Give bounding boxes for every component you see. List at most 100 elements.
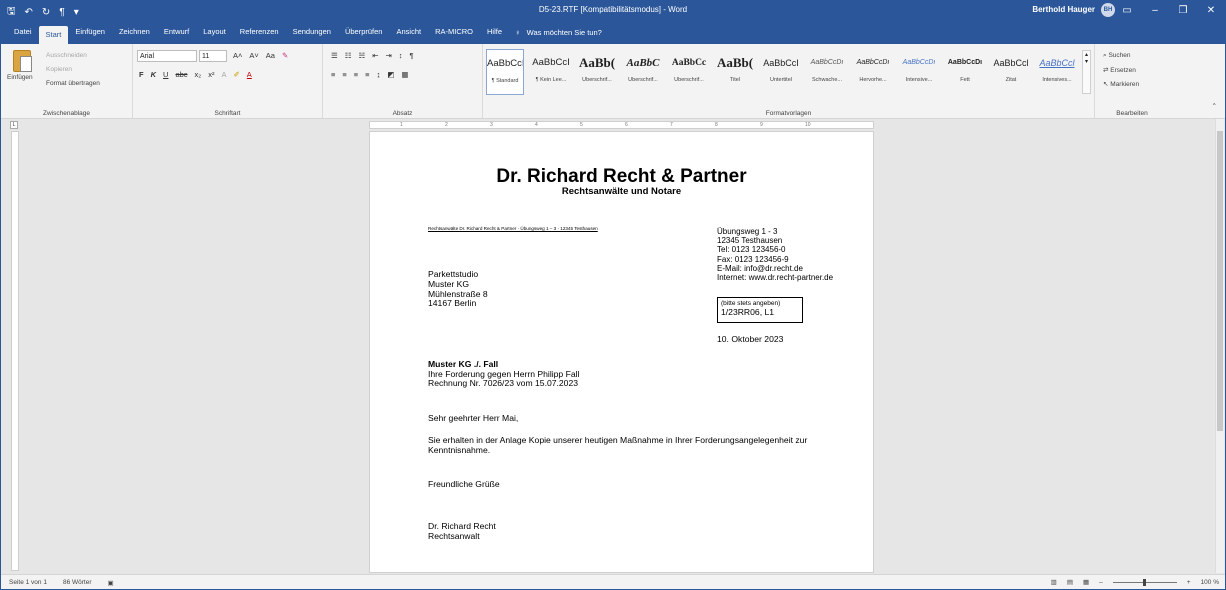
style-intensives-zitat[interactable]: AaBbCcl Intensives... [1038,49,1076,95]
tab-start[interactable]: Start [38,26,69,44]
vertical-ruler[interactable] [11,131,19,571]
ruler-tick: 7 [670,122,673,128]
clear-format-icon[interactable]: ✎ [282,51,288,60]
tab-entwurf[interactable]: Entwurf [157,23,196,41]
subscript-button[interactable]: x₂ [195,70,202,79]
strikethrough-button[interactable]: abc [175,70,187,79]
style-ueberschrift-2[interactable]: AaBbC Überschrif... [624,49,662,95]
minimize-icon[interactable]: – [1141,1,1169,20]
italic-button[interactable]: K [151,70,156,79]
style-titel[interactable]: AaBb( Titel [716,49,754,95]
user-name[interactable]: Berthold Hauger [1032,5,1095,14]
scrollbar-thumb[interactable] [1217,131,1223,431]
style-caption: Schwache... [812,77,842,83]
style-hervorhebung[interactable]: AaBbCcDı Hervorhe... [854,49,892,95]
ribbon-display-icon[interactable]: ▭ [1113,1,1141,20]
style-caption: Intensive... [905,77,933,83]
ruler-tick: 9 [760,122,763,128]
tab-einfuegen[interactable]: Einfügen [68,23,112,41]
read-mode-icon[interactable]: ▥ [1051,578,1057,586]
align-center-icon[interactable]: ≡ [342,70,346,79]
tab-referenzen[interactable]: Referenzen [233,23,286,41]
web-layout-icon[interactable]: ▦ [1083,578,1089,586]
decrease-indent-icon[interactable]: ⇤ [372,51,378,60]
cut-button[interactable]: Ausschneiden [46,52,87,59]
tab-datei[interactable]: Datei [7,23,39,41]
find-button[interactable]: ⌕ Suchen [1103,52,1131,60]
restore-icon[interactable]: ❐ [1169,1,1197,20]
change-case-icon[interactable]: Aa [266,51,275,60]
multilevel-list-icon[interactable]: ☵ [358,51,365,60]
show-formatting-icon[interactable]: ¶ [410,51,414,60]
superscript-button[interactable]: x² [208,70,214,79]
page-count[interactable]: Seite 1 von 1 [9,579,47,587]
tab-ueberpruefen[interactable]: Überprüfen [338,23,390,41]
contact-line: Übungsweg 1 - 3 [717,227,778,236]
style-schwache-hervorhebung[interactable]: AaBbCcDı Schwache... [808,49,846,95]
align-right-icon[interactable]: ≡ [354,70,358,79]
tab-ansicht[interactable]: Ansicht [389,23,428,41]
zoom-in-icon[interactable]: + [1187,579,1191,586]
numbering-icon[interactable]: ☷ [345,51,352,60]
document-page[interactable]: Dr. Richard Recht & Partner Rechtsanwält… [369,131,874,573]
highlight-icon[interactable]: ✐ [233,70,239,79]
proofing-icon[interactable]: ▣ [108,579,114,587]
align-left-icon[interactable]: ≡ [331,70,335,79]
vertical-scrollbar[interactable] [1215,119,1224,573]
zoom-out-icon[interactable]: – [1099,579,1103,586]
tab-selector-icon[interactable]: L [10,121,18,129]
print-layout-icon[interactable]: ▤ [1067,578,1073,586]
zoom-slider-knob[interactable] [1142,578,1146,586]
reference-number: 1/23RR06, L1 [721,307,775,317]
font-color-icon[interactable]: A [247,70,252,79]
paste-icon[interactable] [13,50,32,72]
shrink-font-icon[interactable]: A˅ [249,51,258,60]
zoom-slider[interactable] [1112,578,1177,586]
horizontal-ruler[interactable]: L 1 2 3 4 5 6 7 8 9 10 [1,119,1225,131]
tab-sendungen[interactable]: Sendungen [286,23,338,41]
style-zitat[interactable]: AaBbCcl Zitat [992,49,1030,95]
style-fett[interactable]: AaBbCcDı Fett [946,49,984,95]
format-painter-button[interactable]: Format übertragen [46,80,100,87]
borders-icon[interactable]: ▦ [401,70,408,79]
replace-button[interactable]: ⇄ Ersetzen [1103,66,1136,74]
style-standard[interactable]: AaBbCcI ¶ Standard [486,49,524,95]
select-button[interactable]: ↖ Markieren [1103,80,1139,88]
bullets-icon[interactable]: ☰ [331,51,338,60]
ruler-scale[interactable]: 1 2 3 4 5 6 7 8 9 10 [369,121,874,129]
justify-icon[interactable]: ≡ [365,70,369,79]
word-count[interactable]: 86 Wörter [63,579,92,587]
shading-icon[interactable]: ◩ [387,70,394,79]
style-intensive-hervorhebung[interactable]: AaBbCcDı Intensive... [900,49,938,95]
font-size-combo[interactable]: 11 [199,50,227,62]
underline-button[interactable]: U [163,70,168,79]
text-effects-icon[interactable]: A [221,70,226,79]
collapse-ribbon-icon[interactable]: ⌃ [1212,102,1217,110]
sort-icon[interactable]: ↕ [399,51,403,60]
ruler-tick: 6 [625,122,628,128]
line-spacing-icon[interactable]: ↨ [377,70,381,79]
font-size-buttons: A˄ A˅ Aa ✎ [233,51,288,60]
status-bar: Seite 1 von 1 86 Wörter ▣ ▥ ▤ ▦ – + 100 … [1,574,1225,589]
style-ueberschrift-1[interactable]: AaBb( Überschrif... [578,49,616,95]
copy-button[interactable]: Kopieren [46,66,72,73]
bold-button[interactable]: F [139,70,144,79]
tab-zeichnen[interactable]: Zeichnen [112,23,157,41]
font-name-combo[interactable]: Arial [137,50,197,62]
tab-hilfe[interactable]: Hilfe [480,23,509,41]
increase-indent-icon[interactable]: ⇥ [386,51,392,60]
tell-me-input[interactable]: Was möchten Sie tun? [521,28,602,37]
zoom-level[interactable]: 100 % [1201,579,1219,586]
tab-ra-micro[interactable]: RA-MICRO [428,23,480,41]
style-ueberschrift-3[interactable]: AaBbCc Überschrif... [670,49,708,95]
style-caption: Überschrif... [582,77,612,83]
grow-font-icon[interactable]: A˄ [233,51,242,60]
style-caption: Überschrif... [628,77,658,83]
paste-button[interactable]: Einfügen [7,74,33,81]
tab-layout[interactable]: Layout [196,23,233,41]
style-preview: AaBbCcI [487,58,523,69]
style-untertitel[interactable]: AaBbCcI Untertitel [762,49,800,95]
styles-scroll[interactable]: ▴ ▾ [1082,50,1091,94]
style-kein-leerraum[interactable]: AaBbCcI ¶ Kein Lee... [532,49,570,95]
close-icon[interactable]: ✕ [1197,1,1225,20]
